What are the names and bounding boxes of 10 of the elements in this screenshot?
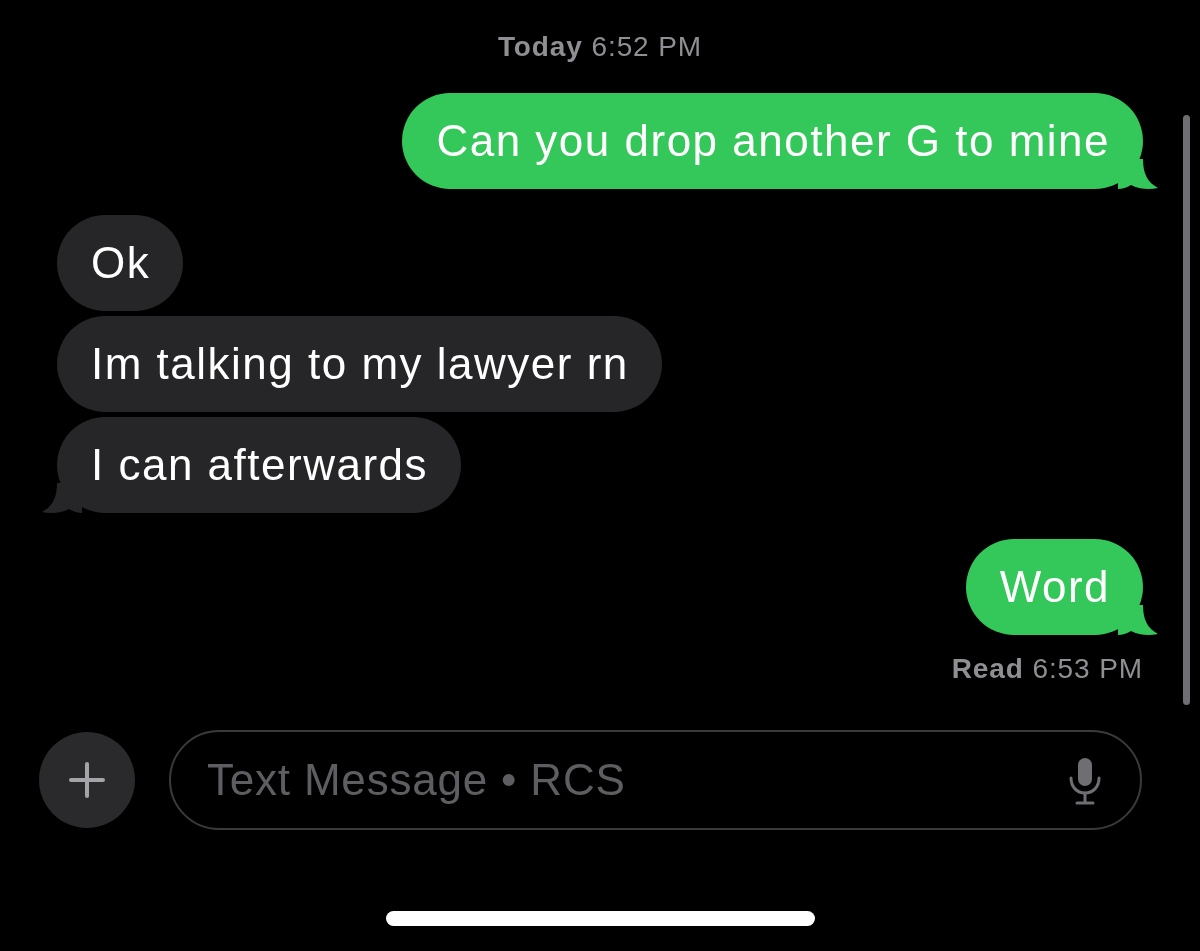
microphone-icon[interactable]	[1068, 757, 1102, 805]
conversation-timestamp: Today 6:52 PM	[497, 31, 703, 62]
bubble-tail-icon	[1118, 159, 1158, 189]
read-receipt: Read 6:53 PM	[951, 653, 1143, 684]
received-message-bubble: Ok	[57, 215, 184, 311]
bubble-tail-icon	[42, 483, 82, 513]
message-input-field[interactable]: Text Message • RCS	[169, 730, 1142, 830]
received-message-bubble: Im talking to my lawyer rn	[57, 316, 662, 412]
bubble-tail-icon	[1118, 605, 1158, 635]
plus-icon	[69, 762, 105, 798]
